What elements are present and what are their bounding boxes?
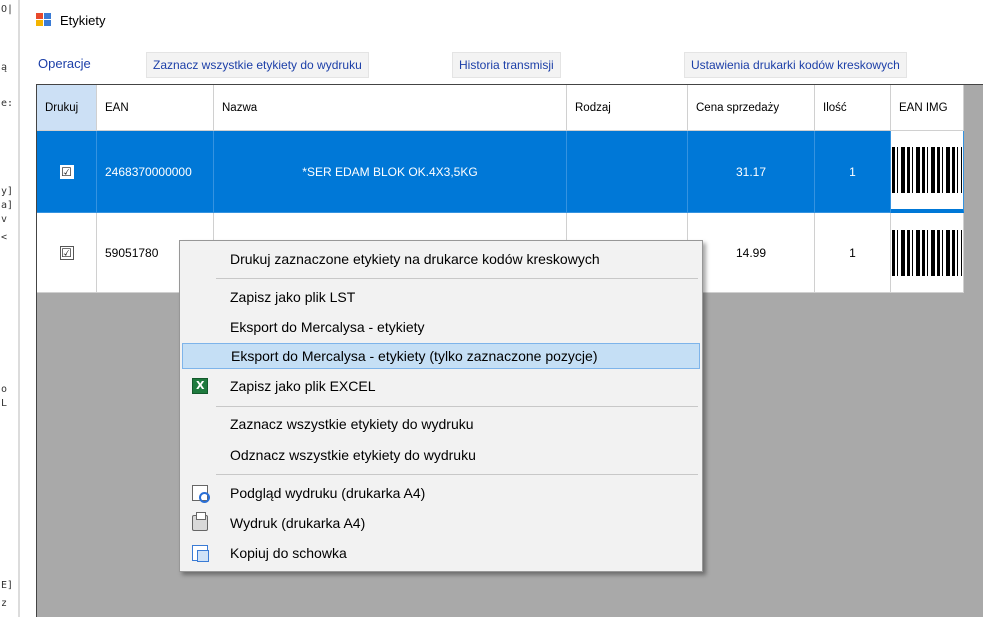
title-bar[interactable]: Etykiety (20, 0, 983, 40)
menu-export-mercalys-selected[interactable]: Eksport do Mercalysa - etykiety (tylko z… (182, 343, 700, 369)
menu-select-all[interactable]: Zaznacz wszystkie etykiety do wydruku (146, 52, 369, 78)
price-cell[interactable]: 14.99 (688, 213, 815, 293)
column-header-ilosc[interactable]: Ilość (815, 85, 891, 131)
menu-item-label: Zaznacz wszystkie etykiety do wydruku (230, 416, 474, 432)
menu-save-excel[interactable]: Zapisz jako plik EXCEL (182, 373, 700, 399)
column-header-ean[interactable]: EAN (97, 85, 214, 131)
background-glyph: o (1, 384, 8, 395)
background-glyph: v (1, 214, 8, 225)
background-glyph: a] (1, 200, 14, 211)
menu-separator (216, 278, 698, 279)
qty-cell[interactable]: 1 (815, 213, 891, 293)
background-glyph: z (1, 598, 8, 609)
table-row[interactable]: ☑ 2468370000000 *SER EDAM BLOK OK.4X3,5K… (37, 131, 964, 213)
barcode-image (892, 229, 962, 276)
context-menu: Drukuj zaznaczone etykiety na drukarce k… (179, 240, 703, 572)
print-cell[interactable]: ☑ (37, 213, 97, 293)
menu-history[interactable]: Historia transmisji (452, 52, 561, 78)
menu-item-label: Drukuj zaznaczone etykiety na drukarce k… (230, 251, 600, 267)
background-glyph: E] (1, 580, 14, 591)
menu-item-label: Podgląd wydruku (drukarka A4) (230, 485, 426, 501)
column-header-cena[interactable]: Cena sprzedaży (688, 85, 815, 131)
menu-item-label: Kopiuj do schowka (230, 545, 347, 561)
menu-printer-settings[interactable]: Ustawienia drukarki kodów kreskowych (684, 52, 907, 78)
menu-item-label: Zapisz jako plik LST (230, 289, 356, 305)
menu-print-a4[interactable]: Wydruk (drukarka A4) (182, 510, 700, 536)
menu-copy-clipboard[interactable]: Kopiuj do schowka (182, 540, 700, 566)
ean-img-cell[interactable] (891, 213, 964, 293)
menu-save-lst[interactable]: Zapisz jako plik LST (182, 284, 700, 310)
window-title: Etykiety (60, 12, 106, 28)
menu-select-all-labels[interactable]: Zaznacz wszystkie etykiety do wydruku (182, 411, 700, 437)
menu-separator (216, 474, 698, 475)
menu-operacje[interactable]: Operacje (32, 52, 97, 78)
qty-cell[interactable]: 1 (815, 131, 891, 213)
column-header-ean-img[interactable]: EAN IMG (891, 85, 964, 131)
print-checkbox[interactable]: ☑ (59, 245, 74, 260)
ean-cell[interactable]: 2468370000000 (97, 131, 214, 213)
name-cell[interactable]: *SER EDAM BLOK OK.4X3,5KG (214, 131, 567, 213)
menu-item-label: Wydruk (drukarka A4) (230, 515, 366, 531)
printer-icon (192, 512, 208, 531)
menu-item-label: Eksport do Mercalysa - etykiety (230, 319, 425, 335)
ean-img-cell[interactable] (891, 131, 964, 213)
menu-separator (216, 406, 698, 407)
menu-export-mercalys[interactable]: Eksport do Mercalysa - etykiety (182, 314, 700, 340)
print-checkbox[interactable]: ☑ (59, 164, 74, 179)
column-header-nazwa[interactable]: Nazwa (214, 85, 567, 131)
background-glyph: ą (1, 62, 8, 73)
background-glyph: O| (1, 4, 14, 15)
print-preview-icon (192, 485, 210, 503)
copy-icon (192, 545, 209, 562)
excel-icon (192, 378, 208, 394)
background-glyph: L (1, 398, 8, 409)
app-icon (36, 13, 52, 27)
background-glyph: e: (1, 98, 14, 109)
background-glyph: < (1, 232, 8, 243)
menu-bar: Operacje Zaznacz wszystkie etykiety do w… (28, 52, 978, 78)
menu-item-label: Odznacz wszystkie etykiety do wydruku (230, 447, 476, 463)
grid-header: Drukuj EAN Nazwa Rodzaj Cena sprzedaży I… (37, 85, 964, 131)
price-cell[interactable]: 31.17 (688, 131, 815, 213)
menu-item-label: Eksport do Mercalysa - etykiety (tylko z… (231, 348, 598, 364)
column-header-rodzaj[interactable]: Rodzaj (567, 85, 688, 131)
column-header-drukuj[interactable]: Drukuj (37, 85, 97, 131)
barcode-image (892, 147, 962, 193)
menu-deselect-all-labels[interactable]: Odznacz wszystkie etykiety do wydruku (182, 442, 700, 468)
background-glyph: y] (1, 186, 14, 197)
print-cell[interactable]: ☑ (37, 131, 97, 213)
menu-print-barcode-labels[interactable]: Drukuj zaznaczone etykiety na drukarce k… (182, 246, 700, 272)
type-cell[interactable] (567, 131, 688, 213)
menu-print-preview[interactable]: Podgląd wydruku (drukarka A4) (182, 480, 700, 506)
menu-item-label: Zapisz jako plik EXCEL (230, 378, 376, 394)
background-window-strip: O| ą e: y] a] v < o L E] z (0, 0, 18, 617)
